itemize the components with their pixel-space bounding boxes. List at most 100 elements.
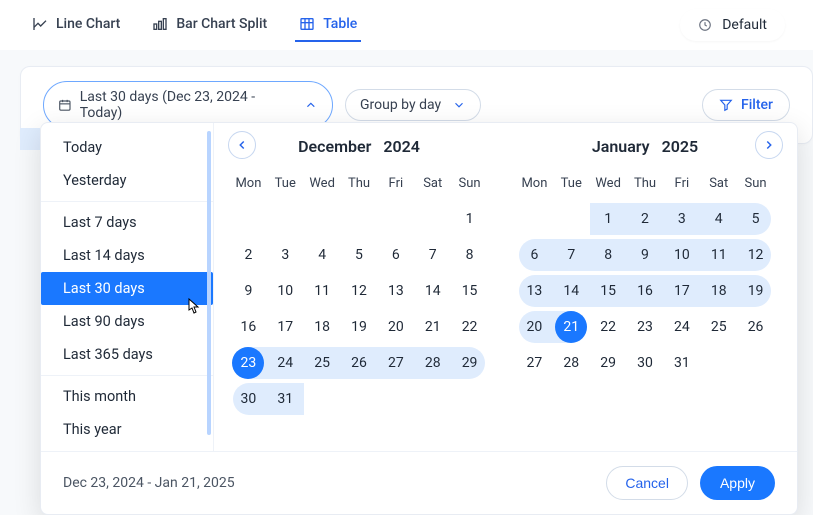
group-by-selector[interactable]: Group by day: [345, 89, 481, 121]
tab-bar-chart-split[interactable]: Bar Chart Split: [148, 8, 271, 42]
weekday-label: Thu: [341, 170, 378, 197]
chevron-down-icon: [452, 98, 466, 112]
apply-button[interactable]: Apply: [700, 466, 775, 500]
calendar-day[interactable]: 8: [592, 239, 624, 271]
preset-last-365-days[interactable]: Last 365 days: [41, 338, 213, 371]
weekday-label: Fri: [663, 170, 700, 197]
calendar-day[interactable]: 2: [232, 239, 264, 271]
weekday-label: Mon: [230, 170, 267, 197]
prev-month-button[interactable]: [228, 131, 256, 159]
calendar-day[interactable]: 3: [666, 203, 698, 235]
calendar-day[interactable]: 25: [306, 347, 338, 379]
chart-type-tabs: Line Chart Bar Chart Split Table Default: [0, 0, 813, 50]
scrollbar[interactable]: [207, 131, 211, 435]
default-label: Default: [722, 17, 767, 33]
preset-list: TodayYesterdayLast 7 daysLast 14 daysLas…: [41, 123, 213, 451]
weekday-label: Fri: [377, 170, 414, 197]
preset-yesterday[interactable]: Yesterday: [41, 164, 213, 197]
calendar-day[interactable]: 13: [380, 275, 412, 307]
calendar-day[interactable]: 28: [555, 347, 587, 379]
calendar-day[interactable]: 27: [518, 347, 550, 379]
chevron-up-icon: [304, 98, 318, 112]
calendar-day[interactable]: 11: [703, 239, 735, 271]
calendar-day[interactable]: 1: [454, 203, 486, 235]
calendar-day[interactable]: 9: [629, 239, 661, 271]
preset-last-30-days[interactable]: Last 30 days: [41, 272, 213, 305]
weekday-label: Thu: [627, 170, 664, 197]
default-view-selector[interactable]: Default: [680, 9, 785, 41]
line-chart-icon: [32, 16, 48, 32]
calendar-day[interactable]: 5: [343, 239, 375, 271]
calendar-day[interactable]: 17: [269, 311, 301, 343]
clock-icon: [698, 18, 712, 32]
preset-this-month[interactable]: This month: [41, 380, 213, 413]
preset-previous-month[interactable]: Previous month: [41, 446, 213, 451]
calendar-day[interactable]: 12: [740, 239, 772, 271]
calendar-day[interactable]: 8: [454, 239, 486, 271]
group-by-label: Group by day: [360, 97, 441, 113]
calendar-day[interactable]: 16: [629, 275, 661, 307]
calendar-month-left: December2024MonTueWedThuFriSatSun1234567…: [230, 137, 488, 451]
next-month-button[interactable]: [755, 131, 783, 159]
weekday-label: Wed: [304, 170, 341, 197]
calendar-day[interactable]: 12: [343, 275, 375, 307]
calendar-day[interactable]: 29: [592, 347, 624, 379]
calendar-day[interactable]: 20: [380, 311, 412, 343]
calendar-day[interactable]: 25: [703, 311, 735, 343]
preset-last-7-days[interactable]: Last 7 days: [41, 206, 213, 239]
calendar-day[interactable]: 18: [703, 275, 735, 307]
calendar-icon: [58, 98, 72, 112]
filter-label: Filter: [741, 97, 773, 113]
calendar-day[interactable]: 5: [740, 203, 772, 235]
calendar-day[interactable]: 22: [592, 311, 624, 343]
filter-button[interactable]: Filter: [702, 89, 790, 121]
calendar-day[interactable]: 30: [629, 347, 661, 379]
calendar-day[interactable]: 21: [555, 311, 587, 343]
calendar-header: January2025: [516, 137, 774, 156]
preset-this-year[interactable]: This year: [41, 413, 213, 446]
calendar-day[interactable]: 9: [232, 275, 264, 307]
calendar-day[interactable]: 11: [306, 275, 338, 307]
preset-last-90-days[interactable]: Last 90 days: [41, 305, 213, 338]
calendar-day[interactable]: 14: [417, 275, 449, 307]
weekday-label: Sat: [700, 170, 737, 197]
weekday-label: Tue: [267, 170, 304, 197]
calendar-day[interactable]: 4: [703, 203, 735, 235]
selected-range-text: Dec 23, 2024 - Jan 21, 2025: [63, 475, 235, 491]
calendar-day[interactable]: 18: [306, 311, 338, 343]
calendar-day[interactable]: 27: [380, 347, 412, 379]
calendar-day[interactable]: 21: [417, 311, 449, 343]
date-range-label: Last 30 days (Dec 23, 2024 - Today): [80, 89, 297, 121]
weekday-label: Sun: [451, 170, 488, 197]
calendar-day[interactable]: 19: [740, 275, 772, 307]
calendar-day[interactable]: 28: [417, 347, 449, 379]
calendar-day[interactable]: 17: [666, 275, 698, 307]
calendar-day[interactable]: 23: [629, 311, 661, 343]
calendar-day[interactable]: 2: [629, 203, 661, 235]
calendar-header: December2024: [230, 137, 488, 156]
calendar-day[interactable]: 7: [417, 239, 449, 271]
calendar-day[interactable]: 10: [666, 239, 698, 271]
calendar-day[interactable]: 4: [306, 239, 338, 271]
weekday-label: Tue: [553, 170, 590, 197]
calendar-day[interactable]: 26: [343, 347, 375, 379]
tab-line-chart[interactable]: Line Chart: [28, 8, 124, 42]
calendar-day[interactable]: 16: [232, 311, 264, 343]
calendar-day[interactable]: 15: [592, 275, 624, 307]
calendar-day[interactable]: 29: [454, 347, 486, 379]
calendar-day[interactable]: 19: [343, 311, 375, 343]
cancel-button[interactable]: Cancel: [606, 466, 688, 500]
calendar-day[interactable]: 1: [592, 203, 624, 235]
tab-table[interactable]: Table: [295, 8, 361, 42]
calendar-day[interactable]: 31: [666, 347, 698, 379]
calendar-day[interactable]: 22: [454, 311, 486, 343]
tab-label: Bar Chart Split: [176, 16, 267, 32]
preset-last-14-days[interactable]: Last 14 days: [41, 239, 213, 272]
calendar-day[interactable]: 24: [666, 311, 698, 343]
calendar-day[interactable]: 15: [454, 275, 486, 307]
calendar-day[interactable]: 3: [269, 239, 301, 271]
calendar-day[interactable]: 10: [269, 275, 301, 307]
preset-today[interactable]: Today: [41, 131, 213, 164]
calendar-day[interactable]: 6: [380, 239, 412, 271]
calendar-day[interactable]: 26: [740, 311, 772, 343]
